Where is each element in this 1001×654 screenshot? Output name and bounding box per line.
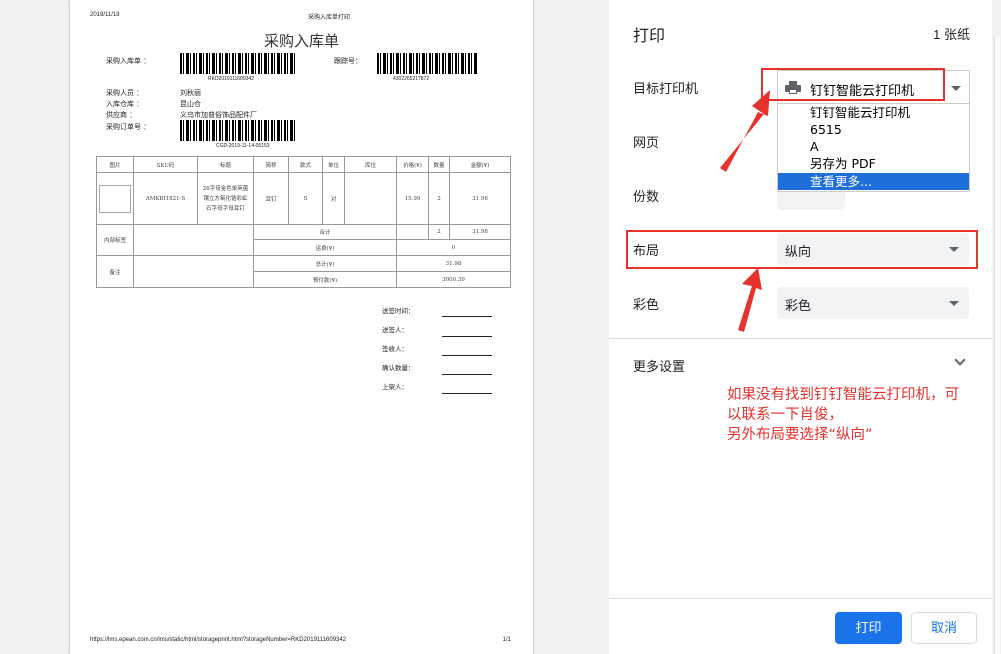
note-line: 另外布局要选择“纵向” (727, 427, 873, 443)
note-line: 如果没有找到钉钉智能云打印机，可 (727, 387, 959, 403)
annotation-arrows (720, 90, 770, 332)
annotation-note: 如果没有找到钉钉智能云打印机，可 以联系一下肖俊， 另外布局要选择“纵向” (727, 385, 992, 445)
arrow-to-layout (738, 268, 762, 332)
note-line: 以联系一下肖俊， (727, 407, 843, 423)
arrow-to-printer (720, 90, 770, 172)
